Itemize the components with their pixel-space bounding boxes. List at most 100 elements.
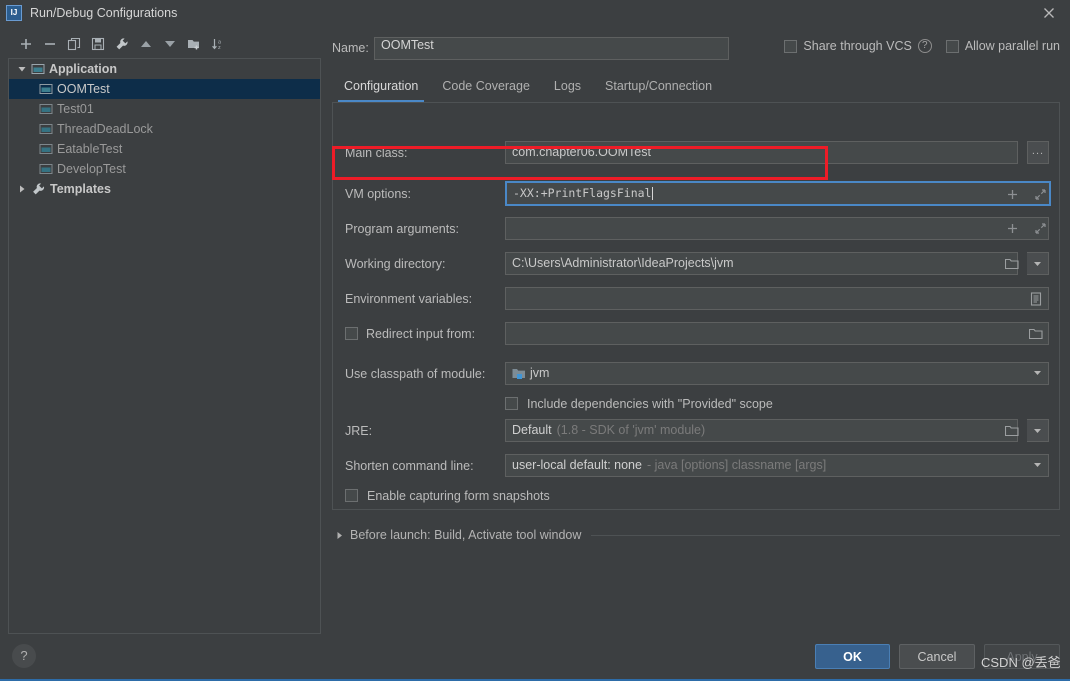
tree-node-label: EatableTest: [57, 142, 123, 156]
tree-node-developtest[interactable]: DevelopTest: [9, 159, 320, 179]
dialog-button-bar: ? OK Cancel Apply: [0, 634, 1070, 681]
tree-node-label: OOMTest: [57, 82, 110, 96]
tab-logs[interactable]: Logs: [542, 74, 593, 98]
insert-macro-plus-icon[interactable]: [1001, 183, 1023, 206]
working-directory-input[interactable]: C:\Users\Administrator\IdeaProjects\jvm: [505, 252, 1018, 275]
triangle-right-icon[interactable]: [15, 182, 29, 196]
ok-button[interactable]: OK: [815, 644, 890, 669]
tab-configuration[interactable]: Configuration: [332, 74, 430, 102]
redirect-input-field[interactable]: [505, 322, 1049, 345]
working-directory-row: Working directory: C:\Users\Administrato…: [333, 252, 1061, 275]
enable-form-snapshots-checkbox[interactable]: [345, 489, 358, 502]
move-down-button[interactable]: [158, 32, 182, 56]
edit-templates-button[interactable]: [110, 32, 134, 56]
share-through-vcs-label: Share through VCS: [803, 39, 912, 53]
application-icon: [39, 142, 53, 156]
before-launch-separator: [591, 534, 1060, 536]
tree-node-label: ThreadDeadLock: [57, 122, 153, 136]
expand-diagonal-icon[interactable]: [1029, 183, 1051, 206]
tree-node-threaddeadlock[interactable]: ThreadDeadLock: [9, 119, 320, 139]
share-through-vcs-checkbox[interactable]: [784, 39, 798, 53]
environment-variables-input[interactable]: [505, 287, 1049, 310]
tree-node-templates[interactable]: Templates: [9, 179, 320, 199]
vm-options-input[interactable]: -XX:+PrintFlagsFinal: [505, 181, 1051, 206]
folder-icon[interactable]: [1001, 419, 1023, 442]
jre-hint: (1.8 - SDK of 'jvm' module): [556, 423, 706, 437]
shorten-command-line-value: user-local default: none: [512, 458, 642, 472]
move-up-button[interactable]: [134, 32, 158, 56]
include-provided-label: Include dependencies with "Provided" sco…: [527, 396, 773, 411]
expand-diagonal-icon[interactable]: [1029, 217, 1051, 240]
name-label: Name:: [332, 41, 369, 55]
tree-node-test01[interactable]: Test01: [9, 99, 320, 119]
close-icon[interactable]: [1040, 4, 1058, 22]
working-directory-dropdown-button[interactable]: [1027, 252, 1049, 275]
save-configuration-button[interactable]: [86, 32, 110, 56]
jre-row: JRE: Default (1.8 - SDK of 'jvm' module): [333, 419, 1061, 442]
configurations-toolbar: a z: [8, 30, 321, 58]
add-configuration-button[interactable]: [14, 32, 38, 56]
redirect-input-label: Redirect input from:: [366, 326, 476, 341]
triangle-down-icon[interactable]: [15, 62, 29, 76]
application-icon: [39, 102, 53, 116]
copy-configuration-button[interactable]: [62, 32, 86, 56]
tree-node-oomtest[interactable]: OOMTest: [9, 79, 320, 99]
run-debug-configurations-dialog: Run/Debug Configurations: [0, 0, 1070, 681]
tab-code-coverage[interactable]: Code Coverage: [430, 74, 542, 98]
classpath-module-row: Use classpath of module: jvm: [333, 362, 1061, 385]
main-class-browse-button[interactable]: ...: [1027, 141, 1049, 164]
configurations-tree[interactable]: Application OOMTest Test01 ThreadDeadLoc…: [8, 58, 321, 634]
classpath-module-label: Use classpath of module:: [345, 366, 486, 381]
folder-icon[interactable]: [1025, 322, 1047, 345]
insert-macro-plus-icon[interactable]: [1001, 217, 1023, 240]
allow-parallel-run-checkbox[interactable]: [945, 39, 959, 53]
create-folder-button[interactable]: [182, 32, 206, 56]
name-input[interactable]: OOMTest: [374, 36, 729, 60]
chevron-down-icon[interactable]: [1033, 455, 1042, 476]
remove-configuration-button[interactable]: [38, 32, 62, 56]
vm-options-value: -XX:+PrintFlagsFinal: [513, 186, 652, 200]
question-mark-icon[interactable]: ?: [917, 39, 932, 53]
vm-options-inline-actions: [1001, 183, 1051, 206]
allow-parallel-run-label: Allow parallel run: [964, 39, 1060, 53]
redirect-input-checkbox[interactable]: [345, 327, 358, 340]
classpath-module-combo[interactable]: jvm: [505, 362, 1049, 385]
jre-label: JRE:: [345, 423, 373, 438]
application-icon: [31, 62, 45, 76]
environment-variables-label: Environment variables:: [345, 291, 473, 306]
shorten-command-line-combo[interactable]: user-local default: none - java [options…: [505, 454, 1049, 477]
folder-icon[interactable]: [1001, 252, 1023, 275]
chevron-down-icon[interactable]: [1033, 363, 1042, 384]
configuration-editor-panel: Name: OOMTest Share through VCS ? Allow …: [330, 30, 1060, 630]
vm-options-row: VM options: -XX:+PrintFlagsFinal: [333, 181, 1061, 206]
before-launch-section[interactable]: Before launch: Build, Activate tool wind…: [332, 524, 1060, 546]
vm-options-label: VM options:: [345, 186, 412, 201]
tree-node-application[interactable]: Application: [9, 59, 320, 79]
shorten-command-line-hint: - java [options] classname [args]: [646, 458, 827, 472]
program-arguments-input[interactable]: [505, 217, 1049, 240]
program-arguments-row: Program arguments:: [333, 217, 1061, 240]
text-caret: [652, 187, 654, 200]
tree-node-eatabletest[interactable]: EatableTest: [9, 139, 320, 159]
tab-startup-connection[interactable]: Startup/Connection: [593, 74, 724, 98]
main-class-input[interactable]: com.chapter06.OOMTest: [505, 141, 1018, 164]
jre-dropdown-button[interactable]: [1027, 419, 1049, 442]
editor-tabs: Configuration Code Coverage Logs Startup…: [332, 72, 1060, 102]
jre-combo[interactable]: Default (1.8 - SDK of 'jvm' module): [505, 419, 1018, 442]
chevron-down-icon: [1033, 257, 1042, 271]
main-class-row: Main class: com.chapter06.OOMTest ...: [333, 141, 1061, 164]
before-launch-label: Before launch: Build, Activate tool wind…: [350, 528, 582, 542]
include-provided-checkbox[interactable]: [505, 397, 518, 410]
help-button[interactable]: ?: [12, 644, 36, 668]
tree-node-label: DevelopTest: [57, 162, 126, 176]
configuration-form: Main class: com.chapter06.OOMTest ... VM…: [332, 102, 1060, 510]
tree-node-label: Test01: [57, 102, 94, 116]
triangle-right-icon[interactable]: [332, 531, 346, 540]
window-title: Run/Debug Configurations: [30, 6, 178, 20]
shorten-command-line-label: Shorten command line:: [345, 458, 474, 473]
list-icon[interactable]: [1025, 287, 1047, 310]
application-icon: [39, 162, 53, 176]
sort-configurations-button[interactable]: a z: [206, 32, 230, 56]
tree-node-label: Application: [49, 62, 118, 76]
cancel-button[interactable]: Cancel: [899, 644, 975, 669]
